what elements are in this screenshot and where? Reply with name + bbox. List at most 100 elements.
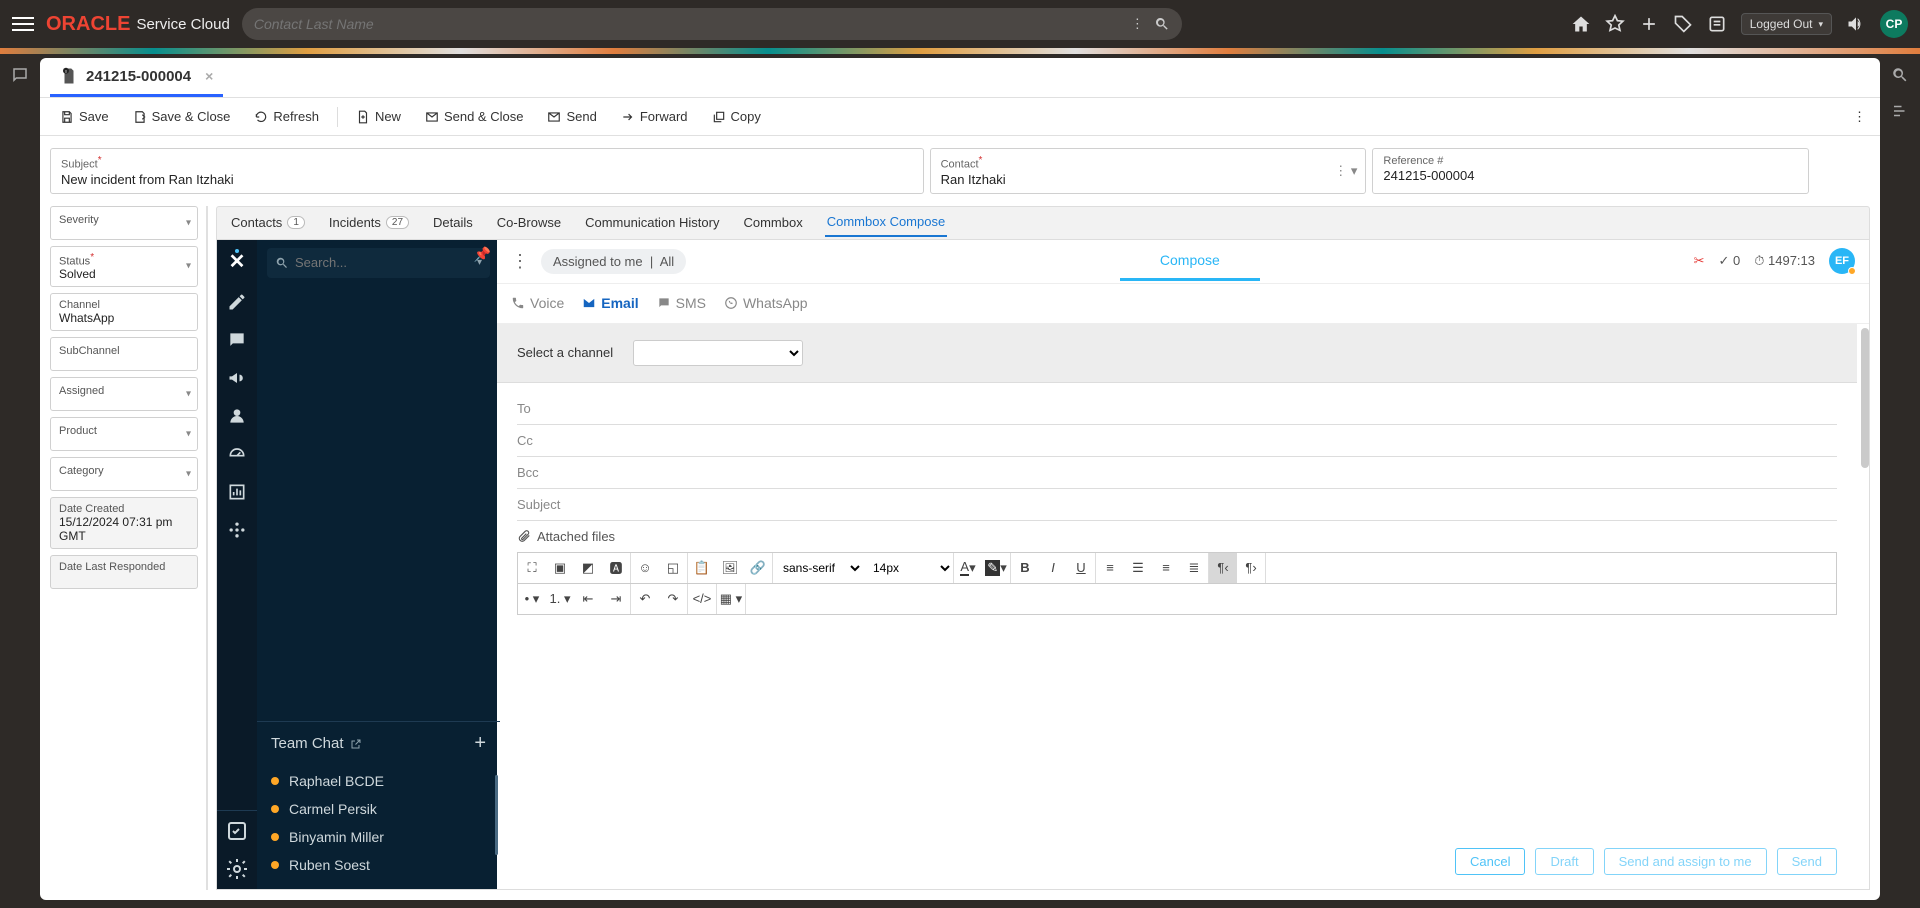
align-center-icon[interactable]: ☰ bbox=[1124, 553, 1152, 583]
new-button[interactable]: New bbox=[346, 105, 411, 128]
network-icon[interactable] bbox=[227, 520, 247, 540]
megaphone-icon[interactable] bbox=[227, 368, 247, 388]
send-button[interactable]: Send bbox=[537, 105, 606, 128]
compose-send-button[interactable]: Send bbox=[1777, 848, 1837, 875]
redo-icon[interactable]: ↷ bbox=[659, 584, 687, 614]
tag-icon[interactable] bbox=[1673, 14, 1693, 34]
menu-icon[interactable] bbox=[12, 13, 34, 35]
right-list-icon[interactable] bbox=[1891, 102, 1909, 120]
compose-scrollbar[interactable] bbox=[1861, 328, 1869, 468]
tab-details[interactable]: Details bbox=[431, 209, 475, 236]
checklist-icon[interactable] bbox=[225, 819, 249, 843]
team-member[interactable]: Ruben Soest bbox=[271, 851, 486, 879]
search-icon[interactable] bbox=[1154, 16, 1170, 32]
emoji-icon[interactable]: ☺ bbox=[631, 553, 659, 583]
bcc-field[interactable]: Bcc bbox=[517, 457, 1837, 489]
rtl-icon[interactable]: ¶› bbox=[1237, 553, 1265, 583]
user-avatar[interactable]: CP bbox=[1880, 10, 1908, 38]
screen1-icon[interactable]: ▣ bbox=[546, 553, 574, 583]
subject-input[interactable]: Subject bbox=[517, 489, 1837, 521]
tab-commbox[interactable]: Commbox bbox=[741, 209, 804, 236]
contact-field[interactable]: Contact* Ran Itzhaki ⋮ ▾ bbox=[930, 148, 1367, 194]
save-close-button[interactable]: Save & Close bbox=[123, 105, 241, 128]
undo-icon[interactable]: ↶ bbox=[631, 584, 659, 614]
refresh-button[interactable]: Refresh bbox=[244, 105, 329, 128]
volume-icon[interactable] bbox=[1846, 14, 1866, 34]
font-size-select[interactable]: 14px bbox=[863, 553, 953, 583]
screen2-icon[interactable]: ◩ bbox=[574, 553, 602, 583]
tab-commbox-compose[interactable]: Commbox Compose bbox=[825, 208, 948, 237]
global-search[interactable]: ⋮ bbox=[242, 8, 1182, 40]
font-family-select[interactable]: sans-serif bbox=[773, 553, 863, 583]
incident-tab[interactable]: ! 241215-000004 × bbox=[50, 58, 223, 97]
close-tab-icon[interactable]: × bbox=[205, 68, 213, 84]
assigned-field[interactable]: Assigned▾ bbox=[50, 377, 198, 411]
align-right-icon[interactable]: ≡ bbox=[1152, 553, 1180, 583]
subchannel-field[interactable]: SubChannel bbox=[50, 337, 198, 371]
edit-icon[interactable] bbox=[227, 292, 247, 312]
pin-icon[interactable]: 📌 bbox=[474, 246, 491, 263]
dashboard-icon[interactable] bbox=[227, 444, 247, 464]
product-field[interactable]: Product▾ bbox=[50, 417, 198, 451]
justify-icon[interactable]: ≣ bbox=[1180, 553, 1208, 583]
global-search-input[interactable] bbox=[254, 16, 1131, 32]
send-assign-button[interactable]: Send and assign to me bbox=[1604, 848, 1767, 875]
cancel-button[interactable]: Cancel bbox=[1455, 848, 1525, 875]
search-options-icon[interactable]: ⋮ bbox=[1131, 16, 1144, 32]
chat-search-input[interactable] bbox=[295, 255, 471, 270]
tab-incidents[interactable]: Incidents27 bbox=[327, 209, 411, 236]
ltr-icon[interactable]: ¶‹ bbox=[1209, 553, 1237, 583]
indent-icon[interactable]: ⇥ bbox=[602, 584, 630, 614]
align-left-icon[interactable]: ≡ bbox=[1096, 553, 1124, 583]
paste-icon[interactable]: 📋 bbox=[688, 553, 716, 583]
copy-button[interactable]: Copy bbox=[702, 105, 771, 128]
channel-field[interactable]: ChannelWhatsApp bbox=[50, 293, 198, 331]
compose-menu-icon[interactable]: ⋮ bbox=[511, 251, 529, 272]
agent-avatar[interactable]: EF bbox=[1829, 248, 1855, 274]
tab-comm-history[interactable]: Communication History bbox=[583, 209, 721, 236]
translate-icon[interactable]: 🅰 bbox=[602, 553, 630, 583]
assignment-filter[interactable]: Assigned to me | All bbox=[541, 249, 686, 274]
draft-button[interactable]: Draft bbox=[1535, 848, 1593, 875]
forward-button[interactable]: Forward bbox=[611, 105, 698, 128]
subject-field[interactable]: Subject* New incident from Ran Itzhaki bbox=[50, 148, 924, 194]
to-field[interactable]: To bbox=[517, 393, 1837, 425]
plus-icon[interactable] bbox=[1639, 14, 1659, 34]
italic-icon[interactable]: I bbox=[1039, 553, 1067, 583]
chat-bubble-icon[interactable] bbox=[11, 66, 29, 84]
channel-sms[interactable]: SMS bbox=[657, 295, 706, 311]
cc-field[interactable]: Cc bbox=[517, 425, 1837, 457]
login-status[interactable]: Logged Out▾ bbox=[1741, 13, 1832, 35]
compose-subtab[interactable]: Compose bbox=[1120, 242, 1260, 281]
tab-cobrowse[interactable]: Co-Browse bbox=[495, 209, 563, 236]
channel-whatsapp[interactable]: WhatsApp bbox=[724, 295, 808, 311]
attachments-row[interactable]: Attached files bbox=[517, 521, 1837, 552]
home-icon[interactable] bbox=[1571, 14, 1591, 34]
image-icon[interactable]: 🖼 bbox=[716, 553, 744, 583]
settings-icon[interactable] bbox=[225, 857, 249, 881]
people-icon[interactable] bbox=[227, 406, 247, 426]
text-color-icon[interactable]: A▾ bbox=[954, 553, 982, 583]
team-scrollbar[interactable] bbox=[495, 775, 498, 855]
outdent-icon[interactable]: ⇤ bbox=[574, 584, 602, 614]
number-list-icon[interactable]: 1. ▾ bbox=[546, 584, 574, 614]
toolbar-more-icon[interactable]: ⋮ bbox=[1849, 105, 1870, 129]
severity-field[interactable]: Severity▾ bbox=[50, 206, 198, 240]
chat-search[interactable]: ▾ bbox=[267, 248, 490, 278]
channel-email[interactable]: Email bbox=[582, 295, 638, 311]
tab-contacts[interactable]: Contacts1 bbox=[229, 209, 307, 236]
link-icon[interactable]: 🔗 bbox=[744, 553, 772, 583]
team-member[interactable]: Raphael BCDE bbox=[271, 767, 486, 795]
save-button[interactable]: Save bbox=[50, 105, 119, 128]
highlight-icon[interactable]: ✎▾ bbox=[982, 553, 1010, 583]
team-member[interactable]: Binyamin Miller bbox=[271, 823, 486, 851]
code-icon[interactable]: </> bbox=[688, 584, 716, 614]
contact-dropdown-icon[interactable]: ⋮ ▾ bbox=[1334, 163, 1357, 179]
table-icon[interactable]: ▦ ▾ bbox=[717, 584, 745, 614]
bold-icon[interactable]: B bbox=[1011, 553, 1039, 583]
channel-voice[interactable]: Voice bbox=[511, 295, 564, 311]
notes-icon[interactable] bbox=[1707, 14, 1727, 34]
right-search-icon[interactable] bbox=[1891, 66, 1909, 84]
channel-dropdown[interactable] bbox=[633, 340, 803, 366]
category-field[interactable]: Category▾ bbox=[50, 457, 198, 491]
